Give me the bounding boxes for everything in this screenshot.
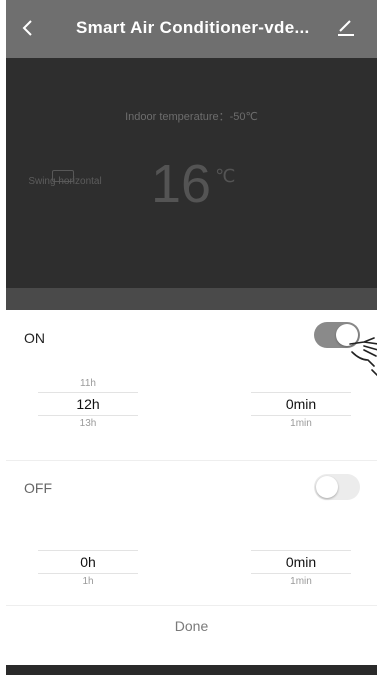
section-divider	[6, 605, 377, 606]
device-control-panel: Indoor temperature：-50℃ Swing horizontal…	[6, 58, 377, 288]
pencil-icon	[338, 20, 354, 36]
bottom-bar	[6, 665, 377, 675]
picker-option[interactable]: 1min	[251, 574, 351, 590]
temperature-value: 16	[151, 154, 212, 214]
picker-selected[interactable]: 0min	[251, 392, 351, 416]
picker-selected[interactable]: 0min	[251, 550, 351, 574]
section-divider	[6, 460, 377, 461]
indoor-temperature-text: Indoor temperature：-50℃	[125, 111, 258, 123]
chevron-left-icon	[22, 20, 32, 36]
picker-option[interactable]: 13h	[38, 416, 138, 432]
picker-option[interactable]: 1h	[38, 574, 138, 590]
timer-sheet: ON 11h 12h 13h 0min 1min OFF 0h 1h 0min …	[6, 310, 377, 665]
timer-off-toggle[interactable]	[314, 474, 360, 500]
done-button[interactable]: Done	[6, 618, 377, 634]
picker-selected[interactable]: 0h	[38, 550, 138, 574]
app-frame: Smart Air Conditioner-vde... Indoor temp…	[6, 0, 377, 675]
timer-on-hour-picker[interactable]: 11h 12h 13h	[38, 376, 138, 432]
timer-off-label: OFF	[24, 480, 52, 496]
timer-on-minute-picker[interactable]: 0min 1min	[251, 392, 351, 432]
set-temperature: 16 ℃	[151, 154, 235, 214]
swing-horizontal-label[interactable]: Swing horizontal	[10, 176, 120, 187]
timer-off-minute-picker[interactable]: 0min 1min	[251, 550, 351, 590]
page-title: Smart Air Conditioner-vde...	[76, 18, 310, 37]
timer-off-hour-picker[interactable]: 0h 1h	[38, 550, 138, 590]
pointer-hand-icon	[349, 337, 377, 377]
edit-button[interactable]	[335, 16, 357, 38]
toggle-knob	[316, 476, 338, 498]
temperature-unit: ℃	[215, 166, 236, 186]
controls-strip	[6, 288, 377, 310]
picker-selected[interactable]: 12h	[38, 392, 138, 416]
picker-option[interactable]: 11h	[38, 376, 138, 392]
timer-on-label: ON	[24, 330, 45, 346]
picker-option[interactable]: 1min	[251, 416, 351, 432]
top-bar: Smart Air Conditioner-vde...	[6, 0, 377, 58]
back-button[interactable]	[16, 16, 40, 40]
